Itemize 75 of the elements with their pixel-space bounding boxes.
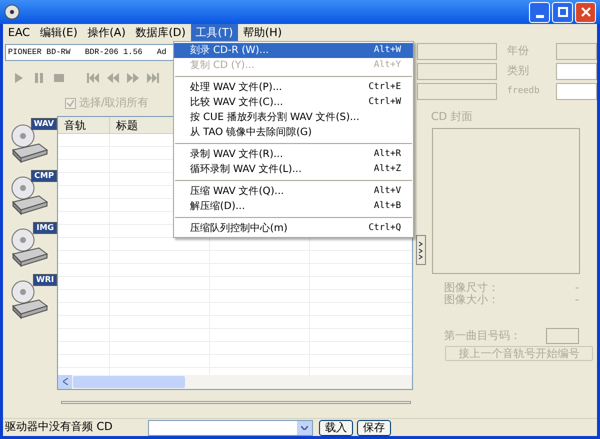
transport-icon[interactable] bbox=[33, 73, 45, 83]
chevron-icon bbox=[418, 240, 424, 260]
info-field[interactable] bbox=[417, 63, 497, 80]
transport-icon[interactable] bbox=[127, 73, 139, 83]
status-bar-button[interactable]: 保存 bbox=[357, 420, 391, 436]
info-field[interactable] bbox=[556, 83, 597, 100]
shortcut-text: Alt+Y bbox=[374, 59, 401, 72]
close-icon bbox=[580, 7, 590, 17]
info-field[interactable] bbox=[556, 43, 597, 60]
shortcut-text: Ctrl+E bbox=[368, 81, 401, 94]
cover-title: CD 封面 bbox=[431, 109, 474, 125]
menu-entry-label: 解压缩(D)... bbox=[190, 200, 246, 214]
close-button[interactable] bbox=[575, 2, 596, 22]
info-value: - bbox=[575, 294, 579, 306]
maximize-button[interactable] bbox=[552, 2, 573, 22]
menu-entry[interactable]: 比较 WAV 文件(C)... Ctrl+W bbox=[174, 95, 413, 110]
format-label: CMP bbox=[31, 170, 57, 182]
menu-entry-label: 比较 WAV 文件(C)... bbox=[190, 96, 284, 110]
info-field[interactable] bbox=[417, 43, 497, 60]
transport-icon[interactable] bbox=[13, 73, 25, 83]
menu-entry-label: 压缩队列控制中心(m) bbox=[190, 222, 288, 236]
menu-item[interactable]: 帮助(H) bbox=[238, 24, 287, 41]
shortcut-text: Alt+B bbox=[374, 200, 401, 213]
menu-entry[interactable]: 录制 WAV 文件(R)... Alt+R bbox=[174, 147, 413, 162]
menu-entry-label: 压缩 WAV 文件(Q)... bbox=[190, 184, 284, 199]
shortcut-text: Alt+R bbox=[374, 148, 401, 161]
menu-item[interactable]: 编辑(E) bbox=[34, 24, 83, 41]
shortcut-text: Ctrl+Q bbox=[368, 222, 401, 235]
menu-entry-label: 复制 CD (Y)... bbox=[190, 58, 254, 73]
shortcut-text: Alt+W bbox=[374, 44, 401, 57]
transport-icon[interactable] bbox=[147, 73, 159, 83]
menu-item[interactable]: EAC bbox=[3, 24, 35, 41]
horizontal-scrollbar[interactable] bbox=[58, 374, 412, 388]
info-value: - bbox=[575, 282, 579, 294]
menu-entry[interactable]: 压缩队列控制中心(m) Ctrl+Q bbox=[174, 221, 413, 236]
field-label: freedb bbox=[506, 84, 541, 98]
format-label: WAV bbox=[30, 118, 57, 130]
menu-item[interactable]: 操作(A) bbox=[82, 24, 131, 41]
minimize-button[interactable] bbox=[529, 2, 550, 22]
format-label: IMG bbox=[33, 222, 57, 234]
info-label: 图像尺寸： bbox=[444, 282, 499, 294]
first-track-field[interactable] bbox=[546, 328, 579, 344]
menu-item[interactable]: 工具(T) bbox=[190, 24, 238, 41]
minimize-icon bbox=[536, 14, 544, 18]
first-track-label: 第一曲目号码： bbox=[444, 328, 521, 344]
transport-icon[interactable] bbox=[53, 73, 65, 83]
app-icon bbox=[4, 4, 20, 20]
field-label: 年份 bbox=[506, 43, 530, 60]
check-icon bbox=[67, 100, 74, 107]
transport-icon[interactable] bbox=[87, 73, 99, 83]
format-label: WRI bbox=[33, 274, 57, 286]
select-all-label: 选择/取消所有 bbox=[79, 95, 149, 111]
transport-icon[interactable] bbox=[107, 73, 119, 83]
preset-combo[interactable] bbox=[148, 420, 313, 436]
info-label: 图像大小： bbox=[444, 294, 499, 306]
status-text: 驱动器中没有音频 CD bbox=[4, 419, 114, 436]
menu-entry-label: 循环录制 WAV 文件(L)... bbox=[190, 162, 302, 177]
expand-panel-button[interactable] bbox=[416, 235, 426, 265]
menu-entry[interactable]: 循环录制 WAV 文件(L)... Alt+Z bbox=[174, 162, 413, 177]
menu-entry[interactable]: 压缩 WAV 文件(Q)... Alt+V bbox=[174, 184, 413, 199]
shortcut-text: Ctrl+W bbox=[368, 96, 401, 109]
shortcut-text: Alt+V bbox=[374, 185, 401, 198]
menu-entry-label: 处理 WAV 文件(P)... bbox=[190, 80, 282, 95]
field-label: 类别 bbox=[506, 63, 530, 80]
status-bar-button[interactable]: 载入 bbox=[319, 420, 353, 436]
column-header[interactable]: 音轨 bbox=[58, 116, 110, 132]
menu-entry-label: 录制 WAV 文件(R)... bbox=[190, 148, 284, 162]
menu-entry[interactable]: 处理 WAV 文件(P)... Ctrl+E bbox=[174, 80, 413, 95]
menu-entry[interactable]: 解压缩(D)... Alt+B bbox=[174, 199, 413, 214]
shortcut-text: Alt+Z bbox=[374, 163, 401, 176]
menu-item[interactable]: 数据库(D) bbox=[130, 24, 191, 41]
maximize-icon bbox=[558, 7, 568, 17]
menu-entry[interactable]: 刻录 CD-R (W)... Alt+W bbox=[174, 43, 413, 58]
info-field[interactable] bbox=[556, 63, 597, 80]
info-field[interactable] bbox=[417, 83, 497, 100]
